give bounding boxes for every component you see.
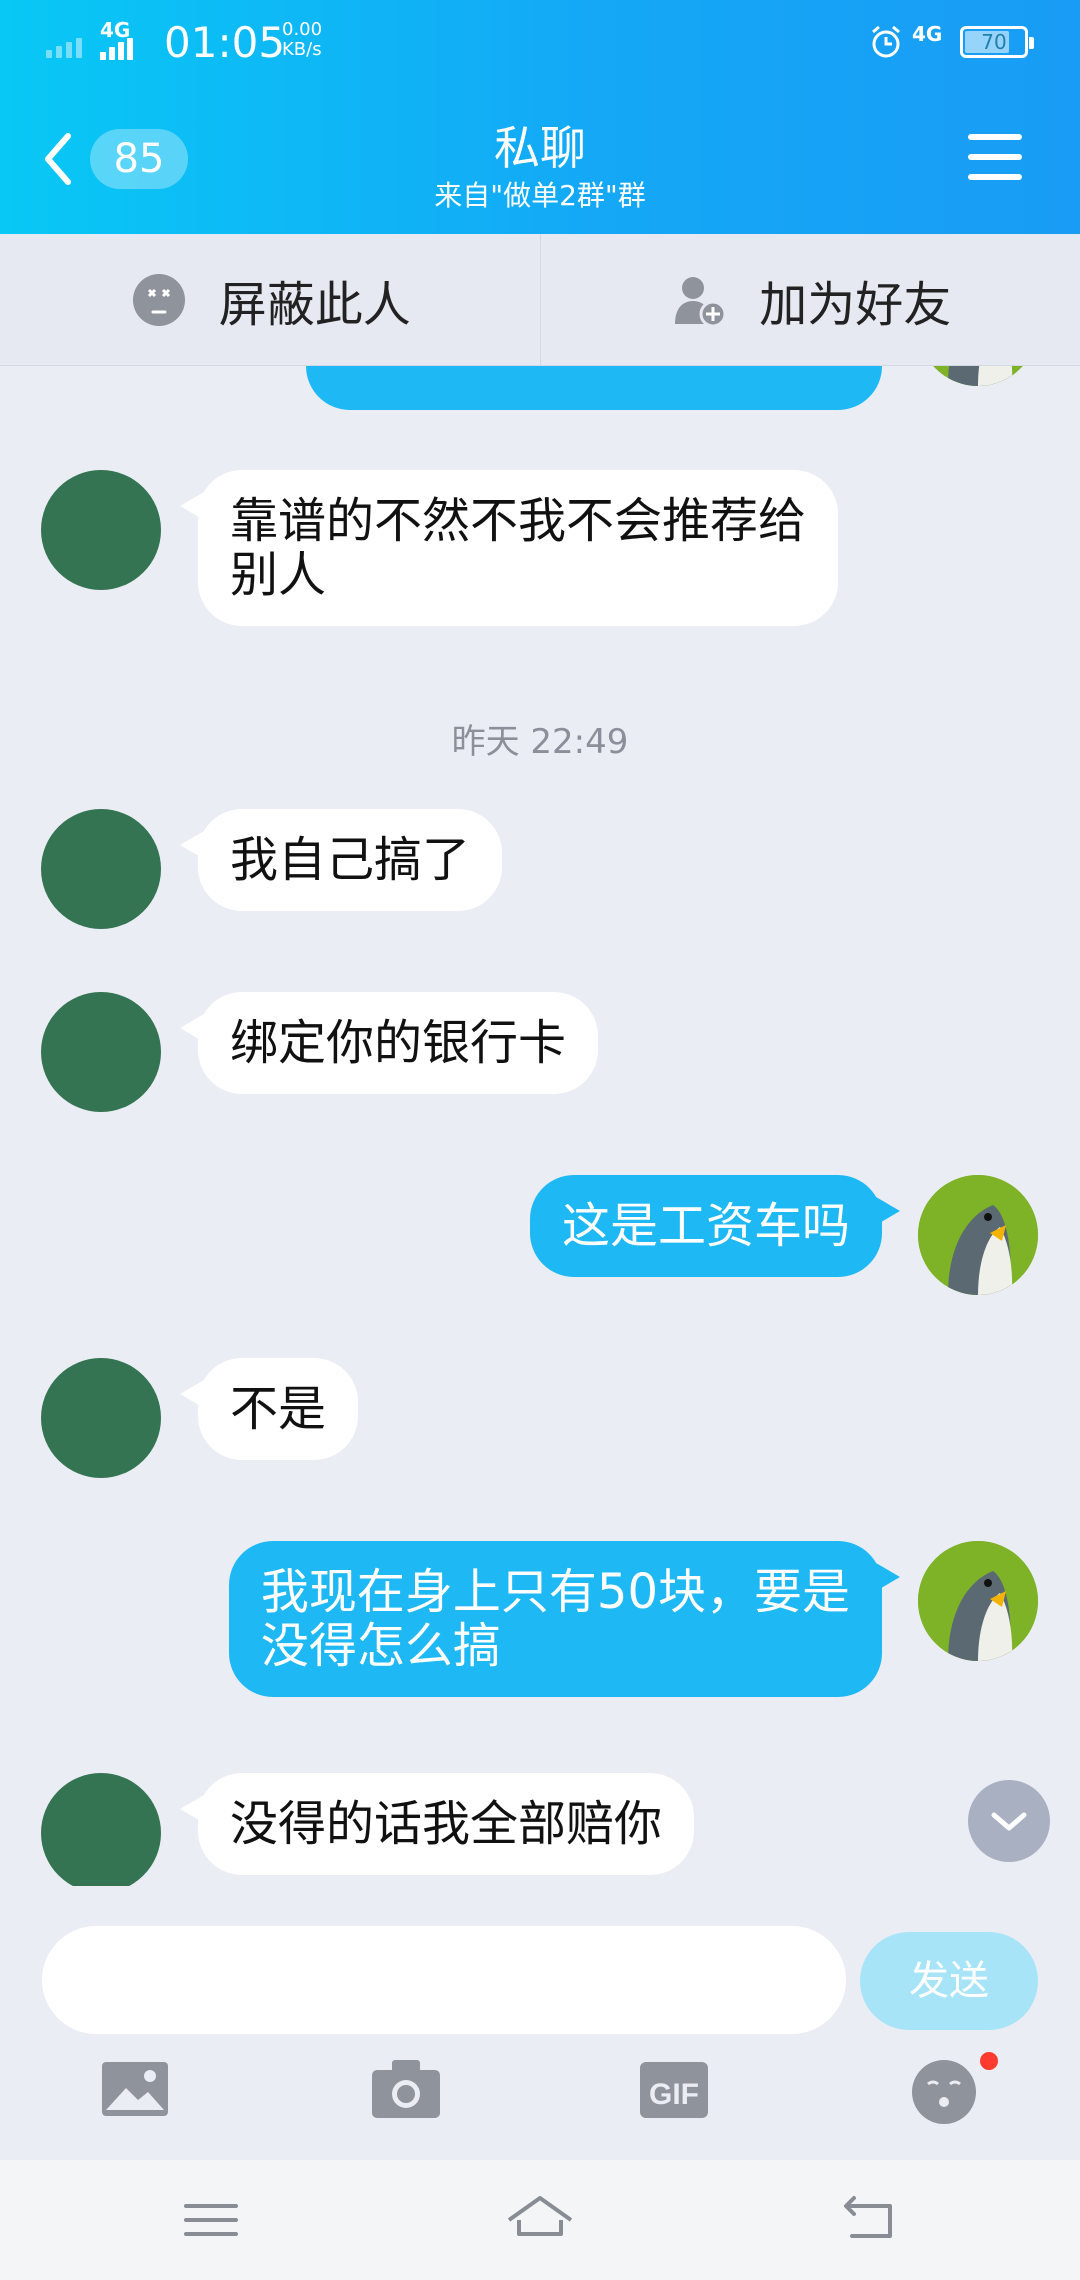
avatar-contact[interactable] — [41, 1358, 161, 1478]
signal-strength-icon — [100, 38, 133, 60]
message-bubble-out[interactable]: 这是工资车吗 — [529, 1175, 901, 1277]
penguin-avatar-icon — [918, 1541, 1038, 1661]
block-face-icon — [132, 273, 185, 326]
penguin-avatar-icon — [918, 366, 1038, 386]
message-text: 绑定你的银行卡 — [230, 1015, 567, 1071]
message-text: 我现在身上只有50块，要是 — [260, 1564, 850, 1620]
add-friend-label: 加为好友 — [759, 276, 952, 333]
page-subtitle: 来自"做单2群"群 — [434, 179, 646, 212]
network-speed-value: 0.00 — [282, 19, 323, 40]
battery-icon: 70 — [960, 26, 1034, 58]
avatar-self[interactable] — [918, 1541, 1038, 1661]
notification-dot — [980, 2052, 998, 2070]
image-icon[interactable] — [96, 2050, 176, 2130]
battery-level: 70 — [981, 30, 1007, 54]
message-text: 没得的话我全部赔你 — [230, 1796, 663, 1852]
block-user-label: 屏蔽此人 — [218, 276, 411, 333]
status-bar: 4G 01:05 0.00 KB/s 4G 70 — [0, 0, 1080, 84]
avatar-contact[interactable] — [41, 470, 161, 590]
message-bubble-in[interactable]: 绑定你的银行卡 — [179, 992, 599, 1094]
send-button[interactable]: 发送 — [860, 1932, 1038, 2030]
emoji-icon[interactable] — [906, 2050, 986, 2130]
alarm-icon — [872, 25, 900, 58]
system-nav-bar — [0, 2160, 1080, 2280]
action-bar: 屏蔽此人 加为好友 — [0, 234, 1080, 366]
menu-button[interactable] — [968, 134, 1024, 182]
block-user-button[interactable]: 屏蔽此人 — [0, 234, 540, 365]
message-input[interactable] — [42, 1926, 846, 2034]
back-nav-icon[interactable] — [834, 2190, 904, 2250]
message-composer: 发送 — [0, 1886, 1080, 2034]
signal-icon — [46, 30, 82, 58]
chat-message-list[interactable]: 靠谱的不然不我不会推荐给 别人 昨天 22:49 我自己搞了 绑定你的银行卡 这… — [0, 366, 1080, 1886]
home-icon[interactable] — [505, 2190, 575, 2250]
avatar-contact[interactable] — [41, 809, 161, 929]
network-speed-unit: KB/s — [282, 39, 322, 60]
avatar-self[interactable] — [918, 366, 1038, 386]
message-text: 这是工资车吗 — [561, 1198, 850, 1254]
message-bubble-in[interactable]: 没得的话我全部赔你 — [179, 1773, 695, 1875]
network-speed: 0.00 KB/s — [282, 20, 322, 60]
message-bubble-in[interactable]: 靠谱的不然不我不会推荐给 别人 — [179, 470, 839, 626]
chat-header: 4G 01:05 0.00 KB/s 4G 70 85 私聊 来自"做单2群"群 — [0, 0, 1080, 234]
svg-text:GIF: GIF — [649, 2078, 699, 2111]
avatar-contact[interactable] — [41, 992, 161, 1112]
message-bubble-out[interactable]: 我现在身上只有50块，要是 没得怎么搞 — [228, 1541, 901, 1697]
network-type-right: 4G — [912, 22, 943, 46]
gif-icon[interactable]: GIF — [636, 2050, 716, 2130]
message-text: 靠谱的不然不我不会推荐给 — [230, 493, 807, 549]
menu-icon[interactable] — [176, 2190, 246, 2250]
avatar-contact[interactable] — [41, 1773, 161, 1886]
penguin-avatar-icon — [918, 1175, 1038, 1295]
message-bubble-in[interactable]: 不是 — [179, 1358, 359, 1460]
message-text: 不是 — [230, 1381, 327, 1437]
add-friend-button[interactable]: 加为好友 — [539, 234, 1080, 365]
camera-icon[interactable] — [366, 2050, 446, 2130]
page-title: 私聊 — [494, 121, 586, 175]
message-timestamp: 昨天 22:49 — [451, 722, 629, 762]
message-bubble-in[interactable]: 我自己搞了 — [179, 809, 503, 911]
chevron-down-icon — [991, 1812, 1027, 1831]
message-text: 没得怎么搞 — [260, 1618, 501, 1674]
clock: 01:05 — [164, 18, 286, 67]
message-bubble-out-partial[interactable] — [306, 366, 882, 410]
message-text: 别人 — [230, 547, 327, 603]
avatar-self[interactable] — [918, 1175, 1038, 1295]
scroll-to-bottom-button[interactable] — [968, 1780, 1050, 1862]
message-text: 我自己搞了 — [230, 832, 471, 888]
add-friend-icon — [675, 276, 727, 327]
composer-toolbar: GIF — [0, 2050, 1080, 2150]
